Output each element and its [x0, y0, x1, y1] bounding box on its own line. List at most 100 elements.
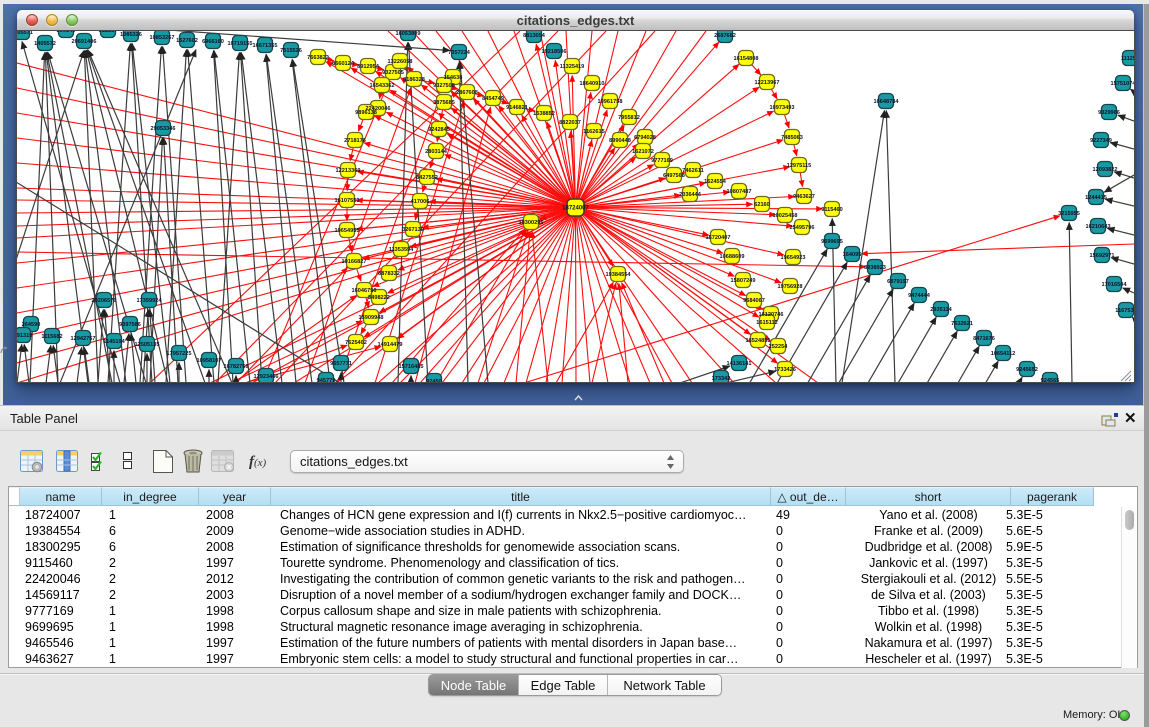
svg-text:12505135: 12505135	[135, 342, 160, 348]
svg-text:9777169: 9777169	[651, 158, 673, 164]
svg-text:12923466: 12923466	[254, 374, 279, 380]
svg-text:2687682: 2687682	[714, 33, 736, 39]
svg-text:111253: 111253	[1121, 56, 1134, 62]
svg-text:173342: 173342	[712, 376, 731, 382]
svg-text:1733426: 1733426	[774, 367, 796, 373]
svg-text:16782759: 16782759	[224, 364, 249, 370]
svg-text:2935114: 2935114	[930, 307, 952, 313]
svg-text:15807249: 15807249	[731, 278, 756, 284]
svg-text:7955812: 7955812	[618, 115, 640, 121]
svg-text:9115460: 9115460	[821, 207, 842, 213]
svg-text:7632621: 7632621	[951, 321, 973, 327]
svg-text:25495796: 25495796	[790, 225, 815, 231]
svg-text:16524851: 16524851	[746, 338, 771, 344]
svg-text:1405571: 1405571	[17, 31, 33, 36]
svg-text:11353594: 11353594	[389, 247, 414, 253]
svg-text:10958107: 10958107	[197, 358, 222, 364]
svg-text:10807487: 10807487	[727, 189, 752, 195]
svg-text:9146821: 9146821	[506, 105, 528, 111]
svg-text:9657771: 9657771	[330, 361, 352, 367]
svg-text:8660124: 8660124	[332, 61, 355, 67]
svg-text:8912954: 8912954	[357, 64, 380, 70]
svg-text:11325419: 11325419	[560, 64, 585, 70]
svg-text:20206576: 20206576	[92, 298, 117, 304]
svg-text:19654955: 19654955	[335, 228, 360, 234]
svg-text:9896138: 9896138	[355, 110, 377, 116]
svg-text:18300295: 18300295	[519, 220, 544, 226]
svg-text:9699695: 9699695	[821, 239, 843, 245]
svg-text:12213369: 12213369	[336, 168, 361, 174]
svg-text:3267130: 3267130	[402, 227, 424, 233]
svg-text:9474444: 9474444	[908, 293, 931, 299]
svg-text:16120746: 16120746	[759, 312, 784, 318]
svg-text:12213967: 12213967	[755, 80, 780, 86]
svg-text:12975115: 12975115	[787, 163, 812, 169]
svg-text:1615112: 1615112	[756, 320, 777, 326]
svg-text:1624554: 1624554	[704, 179, 727, 185]
svg-text:9227349: 9227349	[1090, 138, 1112, 144]
svg-text:264590: 264590	[22, 322, 41, 328]
svg-text:29053346: 29053346	[151, 126, 176, 132]
svg-text:10688609: 10688609	[720, 254, 745, 260]
svg-text:10025458: 10025458	[773, 213, 798, 219]
svg-text:7485063: 7485063	[781, 135, 803, 141]
svg-text:16210643: 16210643	[1086, 224, 1111, 230]
svg-text:10719155: 10719155	[228, 41, 253, 47]
svg-text:1244415: 1244415	[1085, 195, 1107, 201]
svg-text:9397586: 9397586	[119, 322, 141, 328]
svg-text:12942757: 12942757	[71, 336, 96, 342]
svg-text:2718176: 2718176	[344, 138, 366, 144]
svg-text:19654923: 19654923	[781, 255, 806, 261]
svg-text:62160: 62160	[754, 202, 770, 208]
svg-text:2803144: 2803144	[425, 149, 448, 155]
svg-text:16648784: 16648784	[874, 99, 900, 105]
svg-text:15716485: 15716485	[399, 364, 424, 370]
svg-text:16543362: 16543362	[370, 83, 395, 89]
svg-text:92450: 92450	[426, 379, 442, 382]
svg-text:15909948: 15909948	[359, 315, 384, 321]
svg-text:20691406: 20691406	[72, 39, 97, 45]
svg-text:512237: 512237	[99, 31, 118, 34]
svg-text:7462611: 7462611	[682, 168, 703, 174]
svg-text:19756928: 19756928	[778, 284, 803, 290]
svg-text:6794028: 6794028	[634, 135, 656, 141]
svg-text:9327508: 9327508	[433, 83, 455, 89]
svg-text:924565: 924565	[1041, 378, 1060, 382]
svg-text:1162615: 1162615	[583, 129, 604, 135]
svg-text:15692971: 15692971	[1090, 253, 1115, 259]
svg-text:6879197: 6879197	[887, 279, 909, 285]
svg-text:1527602: 1527602	[176, 38, 198, 44]
svg-text:1621072: 1621072	[632, 149, 654, 155]
svg-text:417006: 417006	[411, 199, 430, 205]
svg-text:9327505: 9327505	[382, 70, 404, 76]
svg-text:10853267: 10853267	[150, 35, 175, 41]
svg-text:8813054: 8813054	[523, 33, 546, 39]
svg-text:2867608: 2867608	[456, 90, 478, 96]
svg-text:945779: 945779	[317, 378, 336, 382]
svg-text:8454749: 8454749	[482, 96, 504, 102]
svg-text:9463627: 9463627	[793, 194, 815, 200]
svg-text:1538852: 1538852	[533, 111, 555, 117]
svg-text:3875685: 3875685	[433, 100, 455, 106]
svg-text:15720407: 15720407	[706, 235, 731, 241]
svg-text:16107553: 16107553	[335, 198, 360, 204]
svg-text:9242845: 9242845	[428, 127, 450, 133]
svg-text:8990448: 8990448	[609, 138, 631, 144]
svg-text:(x): (x)	[254, 457, 267, 469]
svg-text:9245652: 9245652	[1016, 367, 1038, 373]
svg-text:8822037: 8822037	[559, 120, 581, 126]
svg-text:5498222: 5498222	[368, 295, 390, 301]
svg-text:10654112: 10654112	[991, 351, 1016, 357]
svg-text:7625402: 7625402	[345, 340, 367, 346]
svg-text:8938923: 8938923	[864, 265, 886, 271]
svg-text:2036444: 2036444	[679, 192, 702, 198]
svg-text:9684067: 9684067	[743, 298, 765, 304]
svg-text:17359924: 17359924	[137, 298, 163, 304]
svg-text:391319: 391319	[17, 333, 32, 339]
svg-text:6966160: 6966160	[202, 39, 224, 45]
svg-text:16671355: 16671355	[253, 43, 278, 49]
svg-text:12093822: 12093822	[1093, 167, 1118, 173]
svg-text:7357224: 7357224	[448, 50, 471, 56]
svg-text:1167534: 1167534	[1115, 308, 1134, 314]
svg-text:154638: 154638	[444, 75, 463, 81]
